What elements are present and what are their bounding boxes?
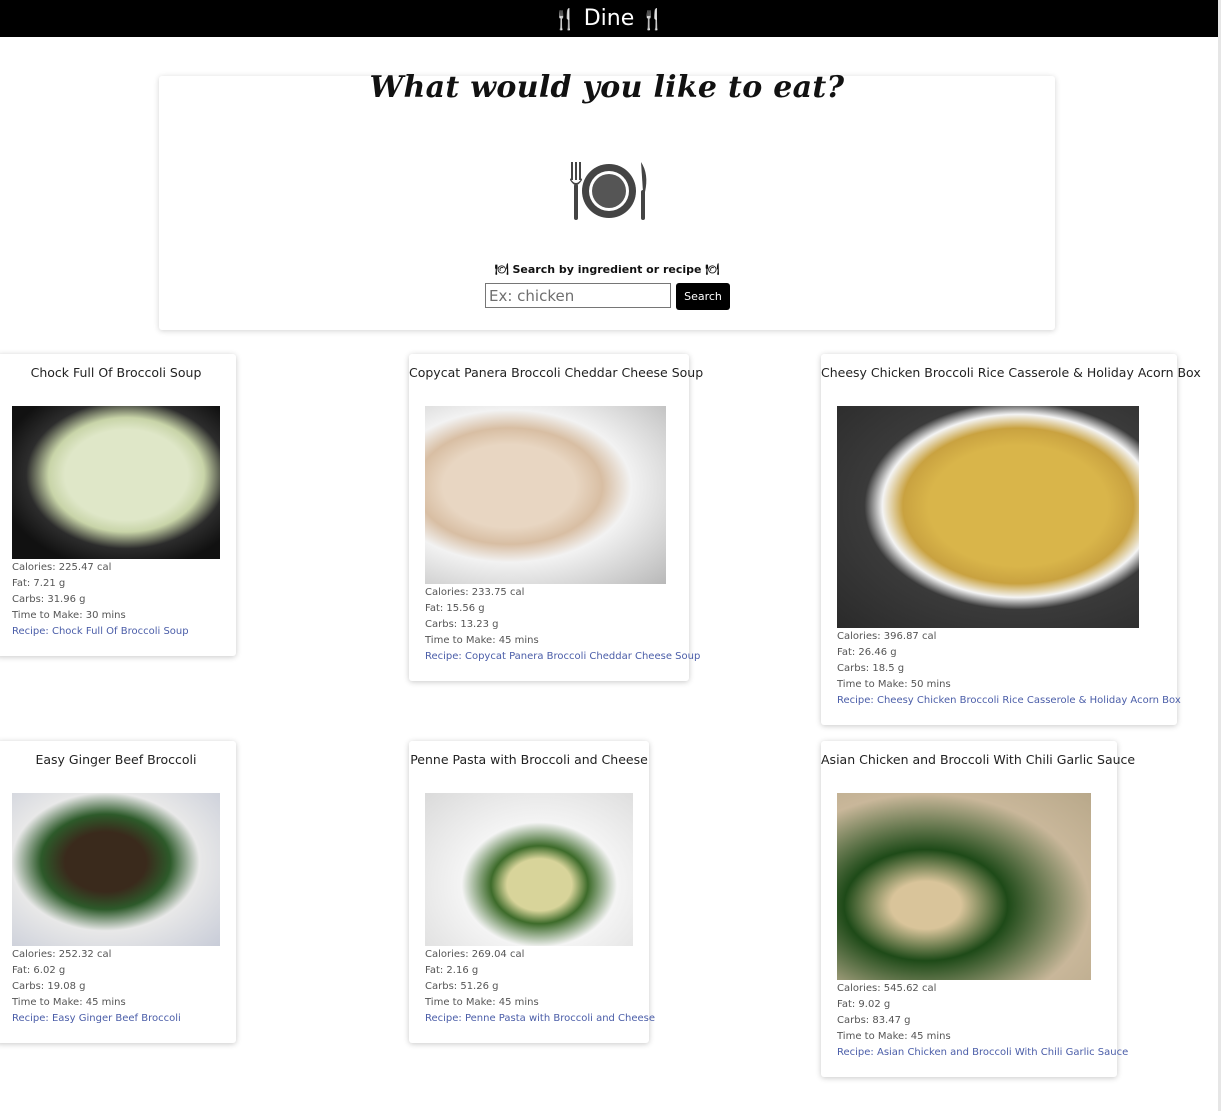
recipe-title: Asian Chicken and Broccoli With Chili Ga… [821, 752, 1136, 767]
recipe-link[interactable]: Recipe: Copycat Panera Broccoli Cheddar … [425, 649, 700, 665]
recipe-title: Easy Ginger Beef Broccoli [35, 752, 197, 767]
calories-text: Calories: 269.04 cal [425, 949, 525, 960]
recipe-card: Copycat Panera Broccoli Cheddar Cheese S… [409, 354, 704, 681]
time-text: Time to Make: 30 mins [12, 610, 126, 621]
search-button[interactable]: Search [676, 283, 730, 310]
carbs-text: Carbs: 18.5 g [837, 663, 905, 674]
search-panel: What would you like to eat? 🍽 Search by … [159, 70, 1055, 330]
calories-text: Calories: 252.32 cal [12, 949, 112, 960]
calories-text: Calories: 233.75 cal [425, 587, 525, 598]
fat-text: Fat: 15.56 g [425, 603, 485, 614]
recipe-image [12, 793, 220, 946]
recipe-image [425, 406, 666, 584]
time-text: Time to Make: 45 mins [12, 997, 126, 1008]
recipe-card: Chock Full Of Broccoli Soup Calories: 22… [0, 354, 236, 656]
search-heading: What would you like to eat? [369, 70, 845, 105]
carbs-text: Carbs: 83.47 g [837, 1015, 911, 1026]
search-label: 🍽 Search by ingredient or recipe 🍽 [494, 263, 720, 276]
recipe-image [837, 406, 1139, 628]
recipe-image [837, 793, 1091, 980]
recipe-details: Calories: 269.04 cal Fat: 2.16 g Carbs: … [425, 947, 655, 1027]
fat-text: Fat: 26.46 g [837, 647, 897, 658]
recipe-title: Penne Pasta with Broccoli and Cheese [410, 752, 648, 767]
recipe-link[interactable]: Recipe: Asian Chicken and Broccoli With … [837, 1045, 1128, 1061]
recipe-title: Copycat Panera Broccoli Cheddar Cheese S… [409, 365, 704, 380]
recipe-details: Calories: 545.62 cal Fat: 9.02 g Carbs: … [837, 981, 1128, 1061]
recipe-card: Easy Ginger Beef Broccoli Calories: 252.… [0, 741, 236, 1043]
fat-text: Fat: 9.02 g [837, 999, 891, 1010]
recipe-link[interactable]: Recipe: Easy Ginger Beef Broccoli [12, 1011, 181, 1027]
calories-text: Calories: 396.87 cal [837, 631, 937, 642]
recipe-card: Cheesy Chicken Broccoli Rice Casserole &… [821, 354, 1201, 725]
plate-cutlery-icon [570, 162, 647, 220]
app-title: Dine [583, 6, 635, 31]
utensils-icon: 🍴 [552, 6, 578, 31]
time-text: Time to Make: 45 mins [425, 997, 539, 1008]
calories-text: Calories: 545.62 cal [837, 983, 937, 994]
time-text: Time to Make: 45 mins [837, 1031, 951, 1042]
carbs-text: Carbs: 51.26 g [425, 981, 499, 992]
fat-text: Fat: 6.02 g [12, 965, 66, 976]
calories-text: Calories: 225.47 cal [12, 562, 112, 573]
carbs-text: Carbs: 31.96 g [12, 594, 86, 605]
time-text: Time to Make: 45 mins [425, 635, 539, 646]
recipe-title: Chock Full Of Broccoli Soup [30, 365, 202, 380]
recipe-details: Calories: 252.32 cal Fat: 6.02 g Carbs: … [12, 947, 181, 1027]
recipe-image [12, 406, 220, 559]
time-text: Time to Make: 50 mins [837, 679, 951, 690]
search-row: Search [485, 283, 730, 310]
recipe-image [425, 793, 633, 946]
recipe-details: Calories: 225.47 cal Fat: 7.21 g Carbs: … [12, 560, 189, 640]
recipe-link[interactable]: Recipe: Penne Pasta with Broccoli and Ch… [425, 1011, 655, 1027]
fat-text: Fat: 2.16 g [425, 965, 479, 976]
recipe-card: Penne Pasta with Broccoli and Cheese Cal… [409, 741, 655, 1043]
recipe-details: Calories: 233.75 cal Fat: 15.56 g Carbs:… [425, 585, 700, 665]
recipe-details: Calories: 396.87 cal Fat: 26.46 g Carbs:… [837, 629, 1181, 709]
carbs-text: Carbs: 19.08 g [12, 981, 86, 992]
utensils-icon: 🍴 [640, 6, 666, 31]
fat-text: Fat: 7.21 g [12, 578, 66, 589]
recipe-card: Asian Chicken and Broccoli With Chili Ga… [821, 741, 1136, 1077]
search-input[interactable] [485, 283, 671, 308]
carbs-text: Carbs: 13.23 g [425, 619, 499, 630]
app-header: 🍴 Dine 🍴 [0, 0, 1218, 37]
recipe-title: Cheesy Chicken Broccoli Rice Casserole &… [821, 365, 1201, 380]
recipe-link[interactable]: Recipe: Chock Full Of Broccoli Soup [12, 624, 189, 640]
recipe-link[interactable]: Recipe: Cheesy Chicken Broccoli Rice Cas… [837, 693, 1181, 709]
